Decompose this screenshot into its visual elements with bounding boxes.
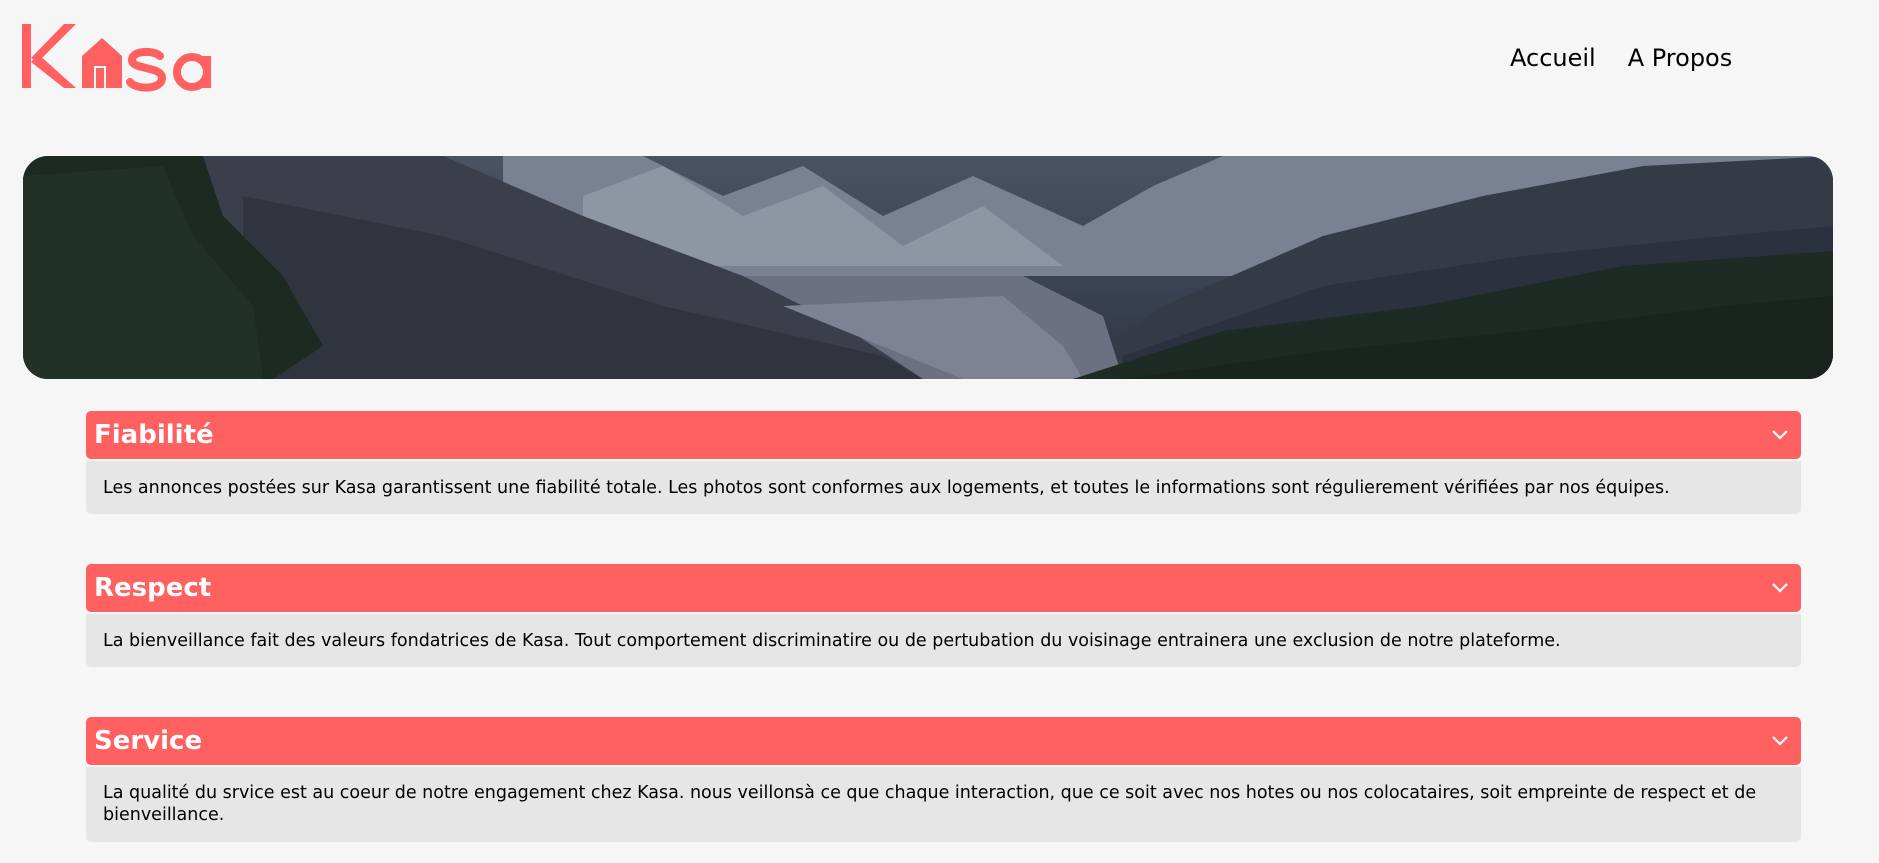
accordion-service: Service La qualité du srvice est au coeu… xyxy=(86,717,1801,842)
main-nav: Accueil A Propos xyxy=(1510,44,1732,72)
chevron-down-icon[interactable] xyxy=(1769,424,1791,446)
site-header: Accueil A Propos xyxy=(0,0,1879,120)
mountain-valley-image xyxy=(23,156,1833,379)
accordion-title: Fiabilité xyxy=(94,420,214,450)
nav-link-home[interactable]: Accueil xyxy=(1510,44,1596,72)
accordion-respect: Respect La bienveillance fait des valeur… xyxy=(86,564,1801,667)
accordion-body: La bienveillance fait des valeurs fondat… xyxy=(86,614,1801,667)
accordion-header-service[interactable]: Service xyxy=(86,717,1801,765)
kasa-logo-graphic xyxy=(22,24,211,92)
chevron-down-icon[interactable] xyxy=(1769,730,1791,752)
chevron-down-icon[interactable] xyxy=(1769,577,1791,599)
kasa-logo[interactable] xyxy=(20,22,235,92)
accordion-fiabilite: Fiabilité Les annonces postées sur Kasa … xyxy=(86,411,1801,514)
about-banner-image xyxy=(23,156,1833,379)
accordion-body: Les annonces postées sur Kasa garantisse… xyxy=(86,461,1801,514)
nav-link-about[interactable]: A Propos xyxy=(1628,44,1733,72)
accordion-header-fiabilite[interactable]: Fiabilité xyxy=(86,411,1801,459)
accordion-title: Service xyxy=(94,726,203,756)
accordion-header-respect[interactable]: Respect xyxy=(86,564,1801,612)
accordion-body: La qualité du srvice est au coeur de not… xyxy=(86,767,1801,842)
accordion-title: Respect xyxy=(94,573,212,603)
